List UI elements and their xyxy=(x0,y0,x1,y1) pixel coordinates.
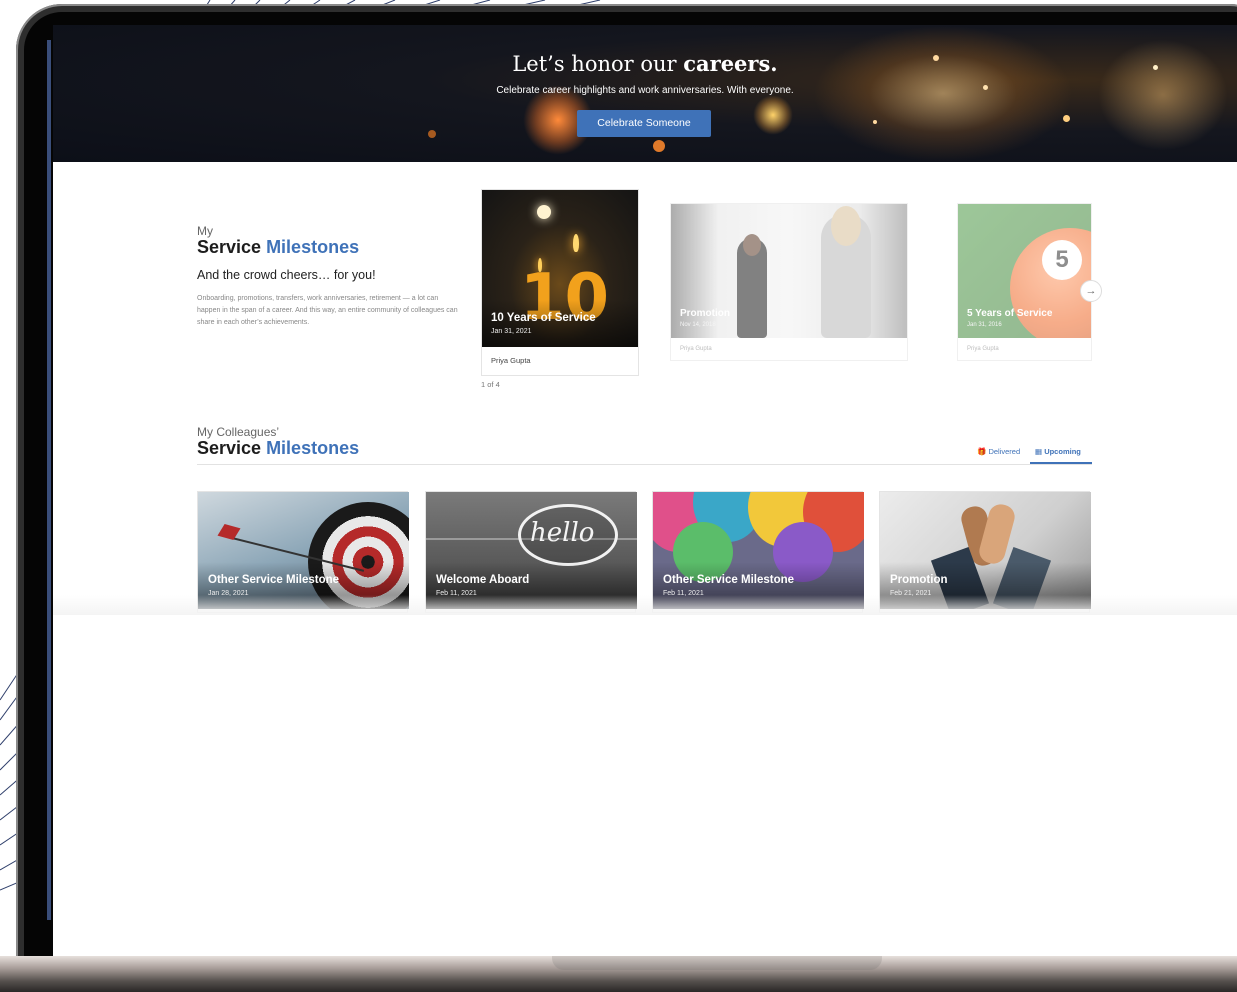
card-person: Priya Gupta xyxy=(491,356,531,365)
card-title: Welcome Aboard xyxy=(436,574,530,586)
hero-title: Let’s honor our careers. xyxy=(512,51,778,76)
colleagues-kicker: My Colleagues’ xyxy=(197,425,280,439)
screen-edge-highlight xyxy=(47,40,51,920)
colleagues-title: Service Milestones xyxy=(197,438,360,458)
milestone-card-promotion[interactable]: Promotion Nov 14, 2018 Priya Gupta xyxy=(670,203,908,361)
content-fade xyxy=(53,595,1237,615)
hello-text: hello xyxy=(530,518,595,548)
milestone-card-5-years[interactable]: 5 5 Years of Service Jan 31, 2016 Priya … xyxy=(957,203,1092,361)
active-tab-indicator xyxy=(1030,462,1092,464)
calendar-icon: ▦ xyxy=(1035,447,1043,456)
pool-ball-number: 5 xyxy=(1042,240,1082,280)
hero-banner: Let’s honor our careers. Celebrate caree… xyxy=(53,25,1237,162)
card-title: 10 Years of Service xyxy=(491,312,596,324)
laptop-notch xyxy=(552,956,882,970)
section-divider xyxy=(197,464,1092,465)
tab-upcoming[interactable]: ▦ Upcoming xyxy=(1035,447,1081,456)
app-screen: Let’s honor our careers. Celebrate caree… xyxy=(53,25,1237,956)
my-milestones-kicker: My xyxy=(197,224,213,238)
card-title: 5 Years of Service xyxy=(967,308,1053,319)
hero-subtitle: Celebrate career highlights and work ann… xyxy=(496,85,794,96)
card-date: Jan 31, 2021 xyxy=(491,328,532,335)
card-person: Priya Gupta xyxy=(680,346,712,352)
carousel-next-button[interactable]: → xyxy=(1080,280,1102,302)
milestones-tagline: And the crowd cheers… for you! xyxy=(197,268,376,282)
card-date: Jan 31, 2016 xyxy=(967,322,1002,328)
gift-icon: 🎁 xyxy=(977,447,987,456)
card-date: Nov 14, 2018 xyxy=(680,322,716,328)
card-title: Other Service Milestone xyxy=(663,574,795,586)
tab-delivered[interactable]: 🎁 Delivered xyxy=(977,447,1020,456)
milestones-description: Onboarding, promotions, transfers, work … xyxy=(197,295,458,326)
card-person: Priya Gupta xyxy=(967,346,999,352)
card-title: Promotion xyxy=(680,308,730,319)
milestone-card-10-years[interactable]: 10 10 Years of Service Jan 31, 2021 Priy… xyxy=(481,189,639,376)
celebrate-someone-button[interactable]: Celebrate Someone xyxy=(577,110,711,137)
card-title: Promotion xyxy=(890,574,948,586)
my-milestones-title: Service Milestones xyxy=(197,237,360,257)
arrow-right-icon: → xyxy=(1085,285,1097,297)
carousel-pager: 1 of 4 xyxy=(481,380,500,389)
card-title: Other Service Milestone xyxy=(208,574,340,586)
